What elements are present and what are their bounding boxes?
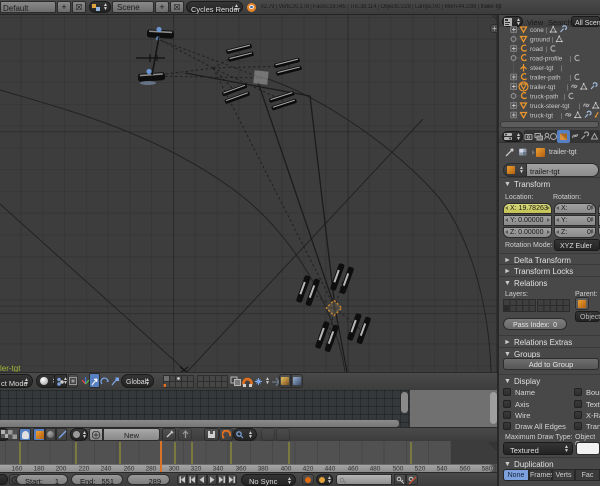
svg-text:road: road	[530, 46, 543, 53]
svg-text:truck-steer-tgt: truck-steer-tgt	[530, 103, 570, 110]
svg-text:trailer-path: trailer-path	[530, 74, 561, 81]
svg-text:|: |	[561, 112, 563, 119]
svg-text:truck-path: truck-path	[530, 93, 559, 100]
svg-text:truck-tgt: truck-tgt	[530, 112, 553, 119]
svg-text:road-profile: road-profile	[530, 55, 563, 62]
svg-text:|: |	[561, 65, 563, 72]
svg-text:|: |	[546, 46, 548, 53]
svg-text:ground: ground	[530, 36, 550, 43]
svg-text:cone: cone	[530, 27, 544, 34]
svg-text:trailer-tgt: trailer-tgt	[530, 84, 555, 91]
svg-text:|: |	[564, 93, 566, 100]
svg-text:|: |	[570, 74, 572, 81]
svg-text:steer-tgt: steer-tgt	[530, 65, 554, 72]
svg-text:|: |	[546, 27, 548, 34]
svg-text:|: |	[552, 36, 554, 43]
svg-text:|: |	[570, 55, 572, 62]
svg-text:|: |	[579, 103, 581, 110]
svg-text:|: |	[567, 84, 569, 91]
